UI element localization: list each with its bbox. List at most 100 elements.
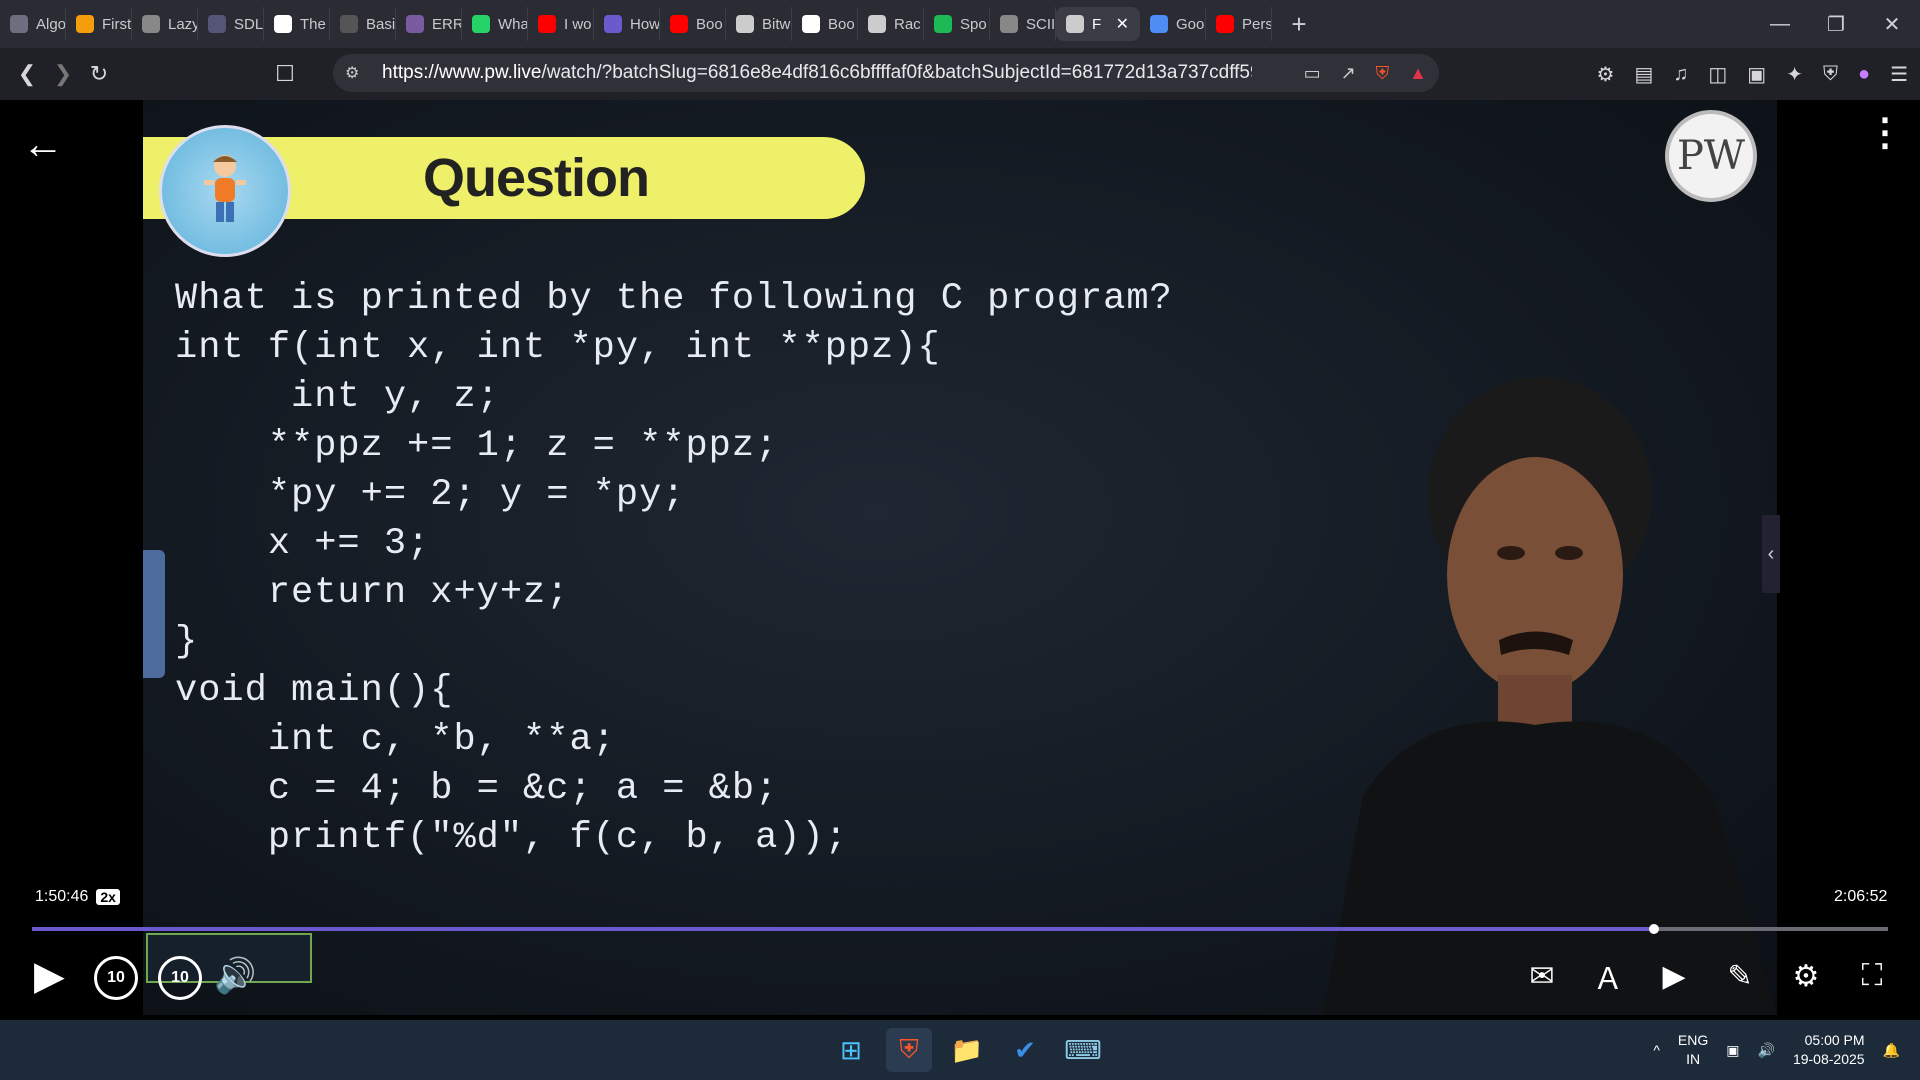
tab-6[interactable]: ERR bbox=[396, 7, 462, 41]
bookmark-icon[interactable]: ☐ bbox=[267, 56, 303, 92]
settings-icon[interactable]: ⚙ bbox=[1786, 956, 1826, 996]
extensions-icon[interactable]: ⚙ bbox=[1597, 62, 1615, 87]
file-explorer-icon[interactable]: 📁 bbox=[944, 1028, 990, 1072]
forward-icon[interactable]: ❯ bbox=[45, 56, 81, 92]
back-arrow-icon[interactable]: ← bbox=[22, 120, 64, 168]
tab-18[interactable]: Pers bbox=[1206, 7, 1272, 41]
tab-label: Pers bbox=[1242, 15, 1272, 33]
language-indicator[interactable]: ENG IN bbox=[1678, 1031, 1708, 1069]
playback-speed-badge[interactable]: 2x bbox=[96, 889, 120, 905]
clock[interactable]: 05:00 PM 19-08-2025 bbox=[1793, 1031, 1865, 1069]
brave-shields-icon[interactable]: ⛨ bbox=[1376, 63, 1390, 84]
notification-bell-icon[interactable]: 🔔 bbox=[1883, 1042, 1900, 1059]
mascot-image bbox=[159, 125, 291, 257]
tab-14[interactable]: Spo bbox=[924, 7, 990, 41]
clock-time: 05:00 PM bbox=[1804, 1032, 1865, 1048]
more-options-icon[interactable]: ⋮ bbox=[1866, 114, 1904, 152]
translate-icon[interactable]: Ａ bbox=[1588, 956, 1628, 996]
volume-icon[interactable]: 🔊 bbox=[214, 954, 256, 998]
fullscreen-icon[interactable]: ⛶ bbox=[1852, 956, 1892, 996]
menu-icon[interactable]: ☰ bbox=[1890, 62, 1908, 87]
tab-16[interactable]: F ✕ bbox=[1056, 7, 1140, 41]
forward-10-icon[interactable]: 10 bbox=[158, 956, 202, 1000]
restore-icon[interactable]: ❐ bbox=[1808, 0, 1864, 48]
tab-13[interactable]: Rac bbox=[858, 7, 924, 41]
address-bar[interactable]: ⚙ https://www.pw.live/watch/?batchSlug=6… bbox=[333, 54, 1439, 92]
tab-label: F bbox=[1092, 15, 1102, 33]
chevron-up-icon[interactable]: ^ bbox=[1653, 1042, 1660, 1058]
tab-1[interactable]: First bbox=[66, 7, 132, 41]
leo-icon[interactable]: ✦ bbox=[1786, 62, 1803, 87]
code-line: c = 4; b = &c; a = &b; bbox=[175, 768, 779, 810]
tab-label: Boo bbox=[828, 15, 855, 33]
minimize-icon[interactable]: — bbox=[1752, 0, 1808, 48]
cast-icon[interactable]: ▭ bbox=[1304, 63, 1321, 84]
back-icon[interactable]: ❮ bbox=[9, 56, 45, 92]
picture-in-picture-icon[interactable]: ▶ bbox=[1654, 956, 1694, 996]
progress-thumb[interactable] bbox=[1648, 924, 1659, 934]
tab-17[interactable]: Goo bbox=[1140, 7, 1206, 41]
tab-4[interactable]: The bbox=[264, 7, 330, 41]
brave-browser-icon[interactable]: ⛨ bbox=[886, 1028, 932, 1072]
progress-bar[interactable] bbox=[32, 924, 1888, 934]
code-line: x += 3; bbox=[175, 523, 431, 565]
reader-icon[interactable]: ▤ bbox=[1634, 62, 1653, 87]
window-controls: — ❐ ✕ bbox=[1752, 0, 1920, 48]
video-player[interactable]: Question PW What is printed by the follo… bbox=[0, 100, 1920, 1020]
youtube-icon bbox=[670, 15, 688, 33]
lang-line2: IN bbox=[1686, 1051, 1701, 1067]
vpn-icon[interactable]: ⛨ bbox=[1823, 63, 1838, 86]
tab-10[interactable]: Boo bbox=[660, 7, 726, 41]
todo-icon[interactable]: ✔ bbox=[1002, 1028, 1048, 1072]
tab-2[interactable]: Lazy bbox=[132, 7, 198, 41]
windows-start-icon[interactable]: ⊞ bbox=[828, 1028, 874, 1072]
media-icon[interactable]: ♫ bbox=[1673, 63, 1688, 86]
chat-icon[interactable]: ✉ bbox=[1522, 956, 1562, 996]
rewind-10-icon[interactable]: 10 bbox=[94, 956, 138, 1000]
profile-icon[interactable]: ● bbox=[1858, 63, 1870, 86]
chatgpt-icon bbox=[10, 15, 28, 33]
code-line: int c, *b, **a; bbox=[175, 719, 616, 761]
tab-3[interactable]: SDL bbox=[198, 7, 264, 41]
code-line: void main(){ bbox=[175, 670, 454, 712]
banner-title: Question bbox=[423, 148, 650, 208]
brave-rewards-icon[interactable]: ▲ bbox=[1409, 63, 1427, 84]
reload-icon[interactable]: ↻ bbox=[81, 56, 117, 92]
code-block: What is printed by the following C progr… bbox=[175, 275, 1173, 863]
chevron-left-icon[interactable]: ‹ bbox=[1762, 515, 1780, 593]
notes-icon[interactable]: ✎ bbox=[1720, 956, 1760, 996]
speaker-tray-icon[interactable]: 🔊 bbox=[1758, 1042, 1775, 1059]
side-panel-handle[interactable] bbox=[143, 550, 165, 678]
network-icon[interactable]: ▣ bbox=[1726, 1042, 1739, 1059]
new-tab-icon[interactable]: + bbox=[1284, 9, 1314, 40]
keyboard-icon[interactable]: ⌨ bbox=[1060, 1028, 1106, 1072]
share-icon[interactable]: ↗ bbox=[1341, 63, 1356, 84]
navigation-bar: ❮ ❯ ↻ ☐ ⚙ https://www.pw.live/watch/?bat… bbox=[0, 48, 1920, 100]
tab-0[interactable]: Algo bbox=[0, 7, 66, 41]
tab-5[interactable]: Basi bbox=[330, 7, 396, 41]
tab-12[interactable]: Boo bbox=[792, 7, 858, 41]
taskbar: ⊞ ⛨ 📁 ✔ ⌨ ^ ENG IN ▣ 🔊 05:00 PM 19-08-20… bbox=[0, 1020, 1920, 1080]
wallet-icon[interactable]: ▣ bbox=[1747, 62, 1766, 87]
code-line: *py += 2; y = *py; bbox=[175, 474, 686, 516]
globe-icon bbox=[1000, 15, 1018, 33]
tab-15[interactable]: SCII bbox=[990, 7, 1056, 41]
tab-label: Wha bbox=[498, 15, 528, 33]
play-icon[interactable]: ▶ bbox=[34, 954, 65, 998]
tab-7[interactable]: Wha bbox=[462, 7, 528, 41]
site-settings-icon[interactable]: ⚙ bbox=[345, 63, 359, 83]
close-window-icon[interactable]: ✕ bbox=[1864, 0, 1920, 48]
badge-icon bbox=[406, 15, 424, 33]
sidebar-icon[interactable]: ◫ bbox=[1708, 62, 1727, 87]
page-icon bbox=[340, 15, 358, 33]
tab-8[interactable]: I wo bbox=[528, 7, 594, 41]
close-tab-icon[interactable]: ✕ bbox=[1116, 14, 1129, 34]
tab-11[interactable]: Bitw bbox=[726, 7, 792, 41]
tab-9[interactable]: How bbox=[594, 7, 660, 41]
tab-label: Rac bbox=[894, 15, 921, 33]
url-text[interactable]: https://www.pw.live/watch/?batchSlug=681… bbox=[382, 62, 1252, 84]
google-icon bbox=[802, 15, 820, 33]
tab-label: Boo bbox=[696, 15, 723, 33]
youtube-icon bbox=[1216, 15, 1234, 33]
code-line: int y, z; bbox=[175, 376, 500, 418]
